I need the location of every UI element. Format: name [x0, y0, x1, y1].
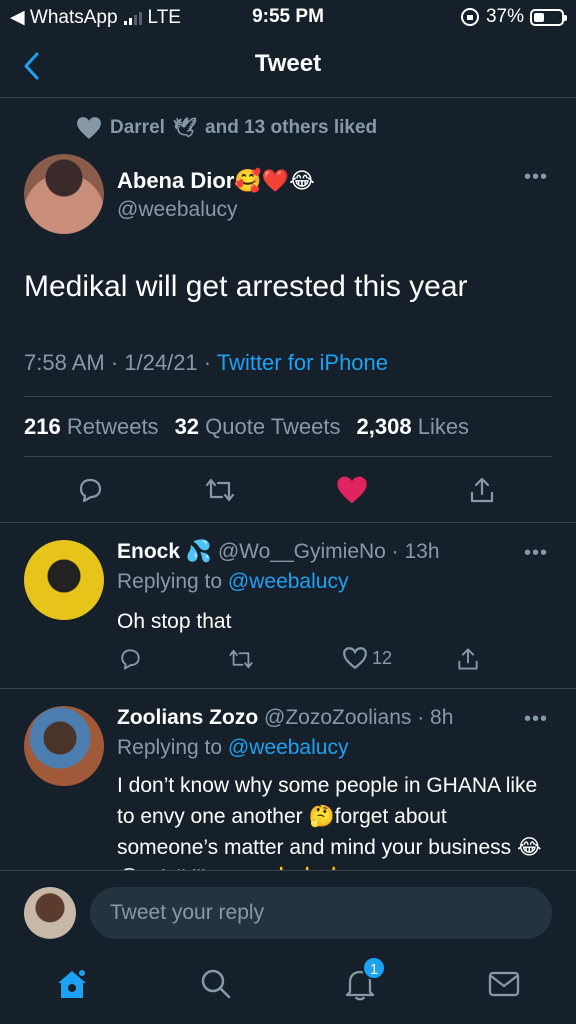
- retweets-label: Retweets: [66, 414, 159, 439]
- reply-button[interactable]: [72, 472, 108, 508]
- replying-prefix: Replying to: [117, 736, 228, 759]
- reply-tweet[interactable]: Zoolians Zozo @ZozoZoolians · 8h ••• Rep…: [0, 706, 576, 870]
- divider: [24, 456, 552, 457]
- reply-author-name[interactable]: Zoolians Zozo: [117, 706, 258, 729]
- status-bar: ◀ WhatsApp LTE 9:55 PM 37%: [0, 0, 576, 34]
- quotes-count: 32: [174, 414, 200, 439]
- replying-to: Replying to @weebalucy: [117, 736, 348, 760]
- reply-handle-time[interactable]: @ZozoZoolians · 8h: [264, 706, 453, 729]
- share-icon: [458, 648, 478, 670]
- replying-mention[interactable]: @weebalucy: [228, 736, 349, 759]
- reply-text: Oh stop that: [117, 610, 232, 633]
- heart-icon: [343, 647, 367, 670]
- social-context[interactable]: Darrel 🕊 and 13 others liked: [76, 116, 377, 140]
- tweet-author: Abena Dior🥰❤️😂 @weebalucy •••: [24, 154, 552, 236]
- share-button[interactable]: [455, 646, 481, 672]
- likes-count: 2,308: [356, 414, 412, 439]
- retweet-button[interactable]: [227, 646, 255, 672]
- quotes-stat[interactable]: 32 Quote Tweets: [175, 414, 341, 440]
- page-title: Tweet: [254, 50, 322, 77]
- retweet-icon: [229, 649, 253, 669]
- likes-stat[interactable]: 2,308 Likes: [357, 414, 470, 440]
- retweets-stat[interactable]: 216 Retweets: [24, 414, 159, 440]
- reply-actions: 12: [117, 646, 497, 676]
- retweet-button[interactable]: [202, 472, 238, 508]
- share-button[interactable]: [464, 472, 500, 508]
- avatar[interactable]: [24, 887, 76, 939]
- replying-mention[interactable]: @weebalucy: [228, 570, 349, 593]
- author-name[interactable]: Abena Dior🥰❤️😂: [117, 168, 315, 194]
- replying-to: Replying to @weebalucy: [117, 570, 348, 594]
- search-icon: [201, 969, 231, 999]
- tab-notifications[interactable]: 1: [338, 956, 386, 1006]
- reply-header: Zoolians Zozo @ZozoZoolians · 8h: [117, 706, 453, 730]
- avatar[interactable]: [24, 154, 104, 234]
- rotation-lock-icon: [460, 8, 479, 26]
- liker-emoji: 🕊: [172, 118, 198, 139]
- tab-home[interactable]: [50, 962, 94, 1006]
- avatar[interactable]: [24, 540, 104, 620]
- likes-label: Likes: [417, 414, 470, 439]
- retweets-count: 216: [24, 414, 61, 439]
- tab-bar: 1: [0, 954, 576, 1024]
- battery-fill: [534, 12, 544, 22]
- more-options-icon[interactable]: •••: [524, 166, 548, 189]
- reply-compose-bar: Tweet your reply: [0, 870, 576, 954]
- tweet-stats: 216 Retweets 32 Quote Tweets 2,308 Likes: [24, 414, 469, 440]
- nav-bar: Tweet: [0, 34, 576, 98]
- reply-tweet[interactable]: Enock 💦 @Wo__GyimieNo · 13h ••• Replying…: [0, 540, 576, 686]
- more-options-icon[interactable]: •••: [524, 708, 548, 731]
- retweet-icon: [205, 478, 235, 502]
- tweet-source-link[interactable]: Twitter for iPhone: [217, 350, 388, 375]
- avatar[interactable]: [24, 706, 104, 786]
- reply-button[interactable]: [117, 646, 143, 672]
- divider: [0, 688, 576, 689]
- tweet-text: Medikal will get arrested this year: [24, 270, 468, 303]
- tweet-timestamp: 7:58 AM · 1/24/21 ·: [24, 350, 217, 375]
- notification-badge: 1: [362, 956, 386, 980]
- home-icon: [58, 970, 86, 998]
- liked-count-text: and 13 others liked: [205, 117, 378, 138]
- divider: [24, 396, 552, 397]
- reply-handle-time[interactable]: @Wo__GyimieNo · 13h: [218, 540, 440, 563]
- like-count: 12: [372, 647, 393, 668]
- tab-messages[interactable]: [482, 962, 526, 1006]
- quotes-label: Quote Tweets: [205, 414, 341, 439]
- liker-name: Darrel: [110, 117, 165, 138]
- battery-percent: 37%: [485, 6, 524, 27]
- reply-input[interactable]: Tweet your reply: [90, 887, 552, 939]
- like-button[interactable]: 12: [342, 646, 392, 670]
- comment-icon: [121, 649, 140, 670]
- tweet-meta: 7:58 AM · 1/24/21 · Twitter for iPhone: [24, 350, 388, 376]
- reply-author-name[interactable]: Enock 💦: [117, 540, 212, 563]
- tab-search[interactable]: [194, 962, 238, 1006]
- comment-icon: [79, 478, 102, 503]
- heart-filled-icon: [337, 476, 367, 504]
- replying-prefix: Replying to: [117, 570, 228, 593]
- reply-header: Enock 💦 @Wo__GyimieNo · 13h: [117, 540, 440, 564]
- author-handle[interactable]: @weebalucy: [117, 198, 238, 222]
- share-icon: [470, 477, 494, 503]
- status-right: 37%: [460, 6, 567, 28]
- battery-icon: [530, 8, 567, 26]
- mail-icon: [488, 971, 520, 997]
- heart-icon: [77, 117, 101, 139]
- tweet-actions: [0, 472, 576, 512]
- reply-text: I don’t know why some people in GHANA li…: [117, 774, 542, 870]
- more-options-icon[interactable]: •••: [524, 542, 548, 565]
- like-button[interactable]: [334, 472, 370, 508]
- divider: [0, 522, 576, 523]
